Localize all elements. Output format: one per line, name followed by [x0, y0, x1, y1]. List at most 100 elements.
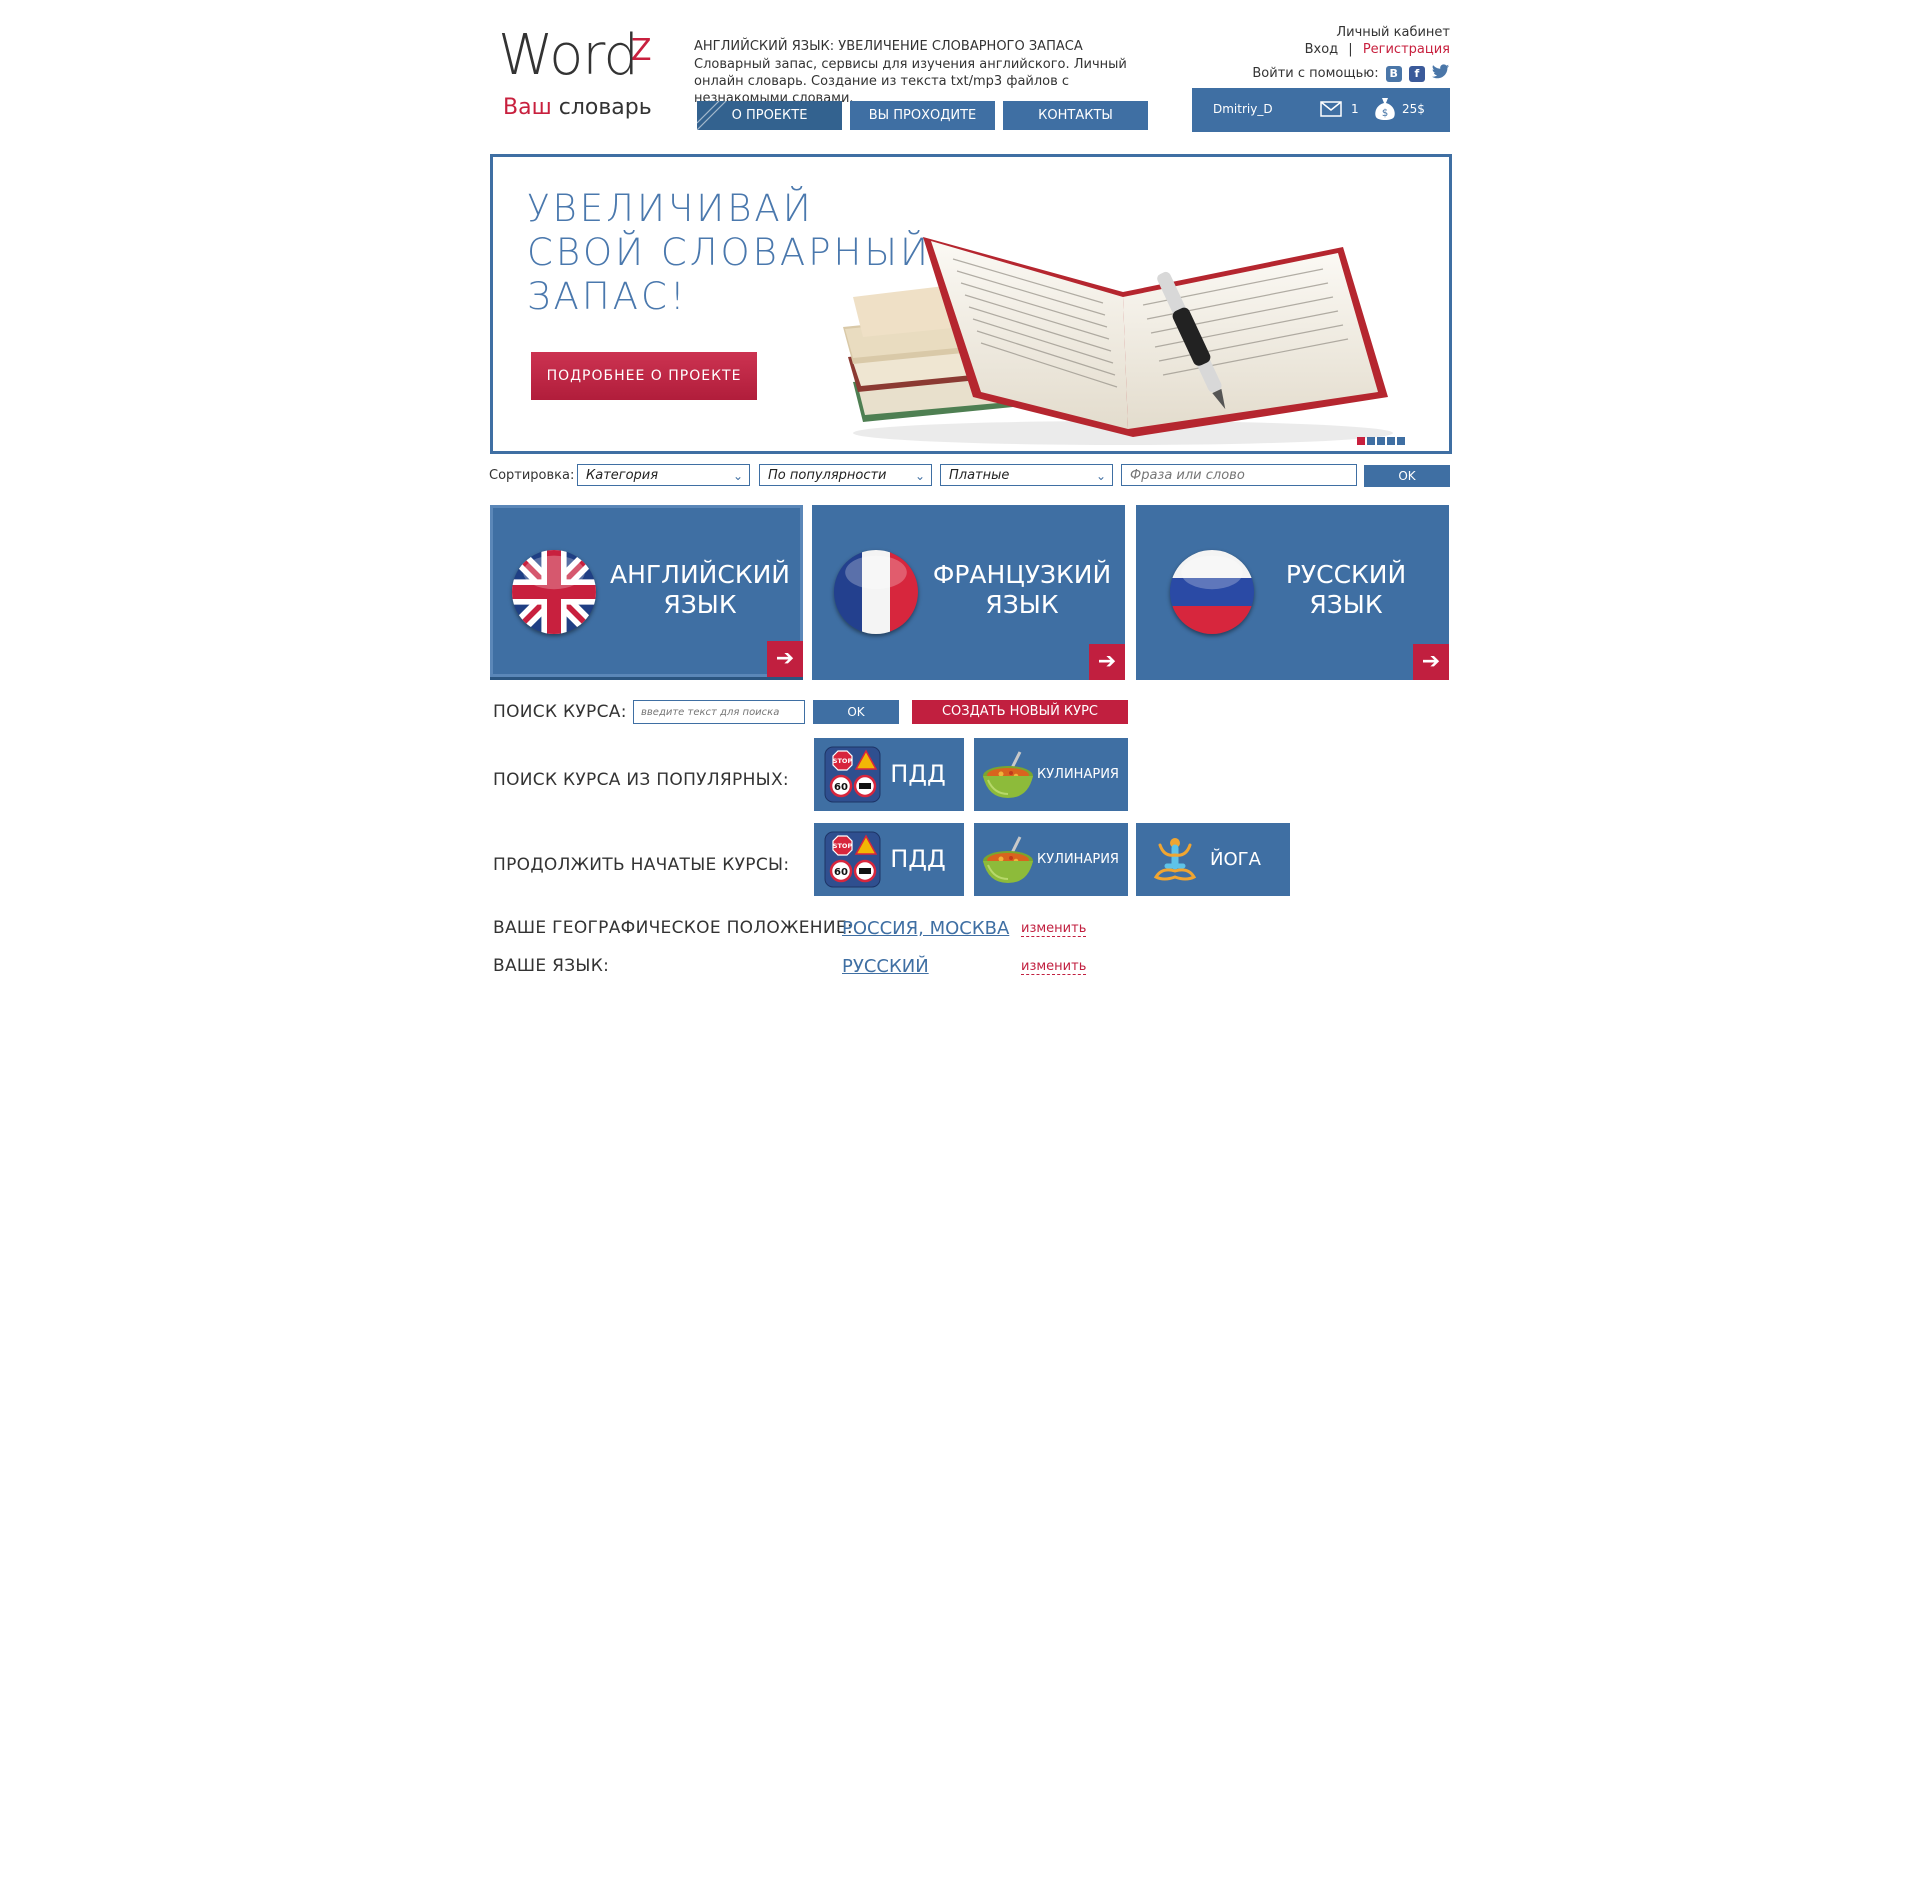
popularity-select-value: По популярности	[768, 468, 887, 483]
filter-ok-button[interactable]: OK	[1364, 465, 1450, 487]
svg-text:$: $	[1382, 108, 1388, 119]
create-course-button[interactable]: СОЗДАТЬ НОВЫЙ КУРС	[912, 700, 1128, 724]
course-tile-label: ПДД	[890, 845, 946, 873]
nav-about[interactable]: О ПРОЕКТЕ	[697, 101, 842, 130]
logo-superscript: Z	[631, 33, 652, 68]
language-tile-line1: АНГЛИЙСКИЙ	[610, 560, 790, 589]
course-tile-traffic-rules[interactable]: STOP 60 ПДД	[814, 738, 964, 811]
paid-select[interactable]: Платные ⌄	[940, 464, 1113, 486]
nav-progress[interactable]: ВЫ ПРОХОДИТЕ	[850, 101, 995, 130]
sort-label: Сортировка:	[489, 468, 575, 483]
course-tile-label: ПДД	[890, 760, 946, 788]
language-tile-label: АНГЛИЙСКИЙ ЯЗЫК	[600, 560, 800, 620]
language-tile-english[interactable]: АНГЛИЙСКИЙ ЯЗЫК ➔	[490, 505, 803, 680]
register-link[interactable]: Регистрация	[1363, 42, 1450, 57]
language-tile-line1: РУССКИЙ	[1285, 560, 1407, 589]
course-search-input[interactable]	[633, 700, 805, 724]
nav-contacts-label: КОНТАКТЫ	[1038, 108, 1113, 123]
course-tile-traffic-rules[interactable]: STOP 60 ПДД	[814, 823, 964, 896]
location-value-link[interactable]: РОССИЯ, МОСКВА	[842, 918, 1009, 939]
chevron-down-icon: ⌄	[1095, 469, 1106, 483]
course-tile-label: КУЛИНАРИЯ	[1037, 767, 1119, 782]
course-tile-yoga[interactable]: ЙОГА	[1136, 823, 1290, 896]
road-signs-icon: STOP 60	[824, 746, 881, 803]
yoga-icon	[1153, 838, 1197, 881]
slider-dot[interactable]	[1367, 437, 1375, 445]
france-flag-icon	[834, 550, 918, 634]
account-title: Личный кабинет	[1336, 25, 1450, 40]
category-select-value: Категория	[586, 468, 659, 483]
hero-banner: УВЕЛИЧИВАЙ СВОЙ СЛОВАРНЫЙ ЗАПАС! ПОДРОБН…	[490, 154, 1452, 454]
twitter-icon[interactable]	[1432, 64, 1450, 83]
vk-icon[interactable]: В	[1385, 65, 1402, 82]
phrase-search-input[interactable]	[1121, 464, 1357, 486]
language-tile-line2: ЯЗЫК	[1309, 590, 1383, 619]
popularity-select[interactable]: По популярности ⌄	[759, 464, 932, 486]
course-search-ok-button[interactable]: OK	[813, 700, 899, 724]
logo-tagline: Ваш словарь	[503, 97, 652, 119]
username[interactable]: Dmitriy_D	[1213, 102, 1273, 116]
nav-contacts[interactable]: КОНТАКТЫ	[1003, 101, 1148, 130]
nav-about-label: О ПРОЕКТЕ	[731, 108, 808, 123]
arrow-right-icon[interactable]: ➔	[767, 641, 803, 677]
slider-dot[interactable]	[1397, 437, 1405, 445]
chevron-down-icon: ⌄	[732, 469, 743, 483]
more-about-project-button[interactable]: ПОДРОБНЕЕ О ПРОЕКТЕ	[531, 352, 757, 400]
language-tile-label: РУССКИЙ ЯЗЫК	[1246, 560, 1446, 620]
course-search-label: ПОИСК КУРСА:	[493, 702, 627, 722]
stripes-decoration	[697, 101, 727, 130]
chevron-down-icon: ⌄	[914, 469, 925, 483]
logo-tagline-rest: словарь	[558, 95, 652, 120]
language-tile-line2: ЯЗЫК	[985, 590, 1059, 619]
uk-flag-icon	[512, 550, 596, 634]
balance: 25$	[1402, 102, 1425, 116]
road-signs-icon: STOP 60	[824, 831, 881, 888]
language-tile-label: ФРАНЦУЗКИЙ ЯЗЫК	[922, 560, 1122, 620]
social-login: Войти с помощью: В f	[1252, 64, 1450, 83]
svg-text:STOP: STOP	[833, 842, 853, 850]
logo-tagline-highlight: Ваш	[503, 95, 552, 120]
auth-links: Вход | Регистрация	[1305, 42, 1450, 57]
language-tile-russian[interactable]: РУССКИЙ ЯЗЫК ➔	[1136, 505, 1449, 680]
logo-word: Word	[498, 23, 639, 88]
login-link[interactable]: Вход	[1305, 42, 1339, 57]
soup-bowl-icon	[983, 751, 1033, 798]
language-tile-french[interactable]: ФРАНЦУЗКИЙ ЯЗЫК ➔	[812, 505, 1125, 680]
course-tile-label: ЙОГА	[1210, 849, 1261, 870]
page: Word Z Ваш словарь АНГЛИЙСКИЙ ЯЗЫК: УВЕЛ…	[0, 0, 1920, 1900]
arrow-right-icon[interactable]: ➔	[1089, 644, 1125, 680]
change-location-link[interactable]: изменить	[1021, 921, 1087, 937]
money-bag-icon: $	[1373, 96, 1397, 125]
language-value-link[interactable]: РУССКИЙ	[842, 956, 929, 977]
social-login-label: Войти с помощью:	[1252, 66, 1379, 81]
facebook-icon[interactable]: f	[1408, 65, 1425, 82]
svg-text:STOP: STOP	[833, 757, 853, 765]
slider-dots	[1357, 430, 1407, 449]
svg-text:60: 60	[834, 782, 848, 793]
continue-courses-label: ПРОДОЛЖИТЬ НАЧАТЫЕ КУРСЫ:	[493, 855, 790, 875]
course-tile-label: КУЛИНАРИЯ	[1037, 852, 1119, 867]
language-tile-line2: ЯЗЫК	[663, 590, 737, 619]
course-tile-cooking[interactable]: КУЛИНАРИЯ	[974, 823, 1128, 896]
site-heading: АНГЛИЙСКИЙ ЯЗЫК: УВЕЛИЧЕНИЕ СЛОВАРНОГО З…	[694, 39, 1083, 54]
language-label: ВАШЕ ЯЗЫК:	[493, 956, 610, 976]
course-tile-cooking[interactable]: КУЛИНАРИЯ	[974, 738, 1128, 811]
user-bar: Dmitriy_D 1 $ 25$	[1192, 88, 1450, 132]
messages-count: 1	[1351, 102, 1359, 116]
paid-select-value: Платные	[949, 468, 1010, 483]
change-language-link[interactable]: изменить	[1021, 959, 1087, 975]
category-select[interactable]: Категория ⌄	[577, 464, 750, 486]
auth-separator: |	[1348, 42, 1353, 57]
russia-flag-icon	[1170, 550, 1254, 634]
slider-dot[interactable]	[1387, 437, 1395, 445]
site-description: Словарный запас, сервисы для изучения ан…	[694, 57, 1127, 106]
arrow-right-icon[interactable]: ➔	[1413, 644, 1449, 680]
soup-bowl-icon	[983, 836, 1033, 883]
slider-dot[interactable]	[1377, 437, 1385, 445]
slider-dot[interactable]	[1357, 437, 1365, 445]
location-label: ВАШЕ ГЕОГРАФИЧЕСКОЕ ПОЛОЖЕНИЕ:	[493, 918, 853, 938]
language-tile-line1: ФРАНЦУЗКИЙ	[932, 560, 1112, 589]
popular-courses-label: ПОИСК КУРСА ИЗ ПОПУЛЯРНЫХ:	[493, 770, 789, 790]
mail-icon[interactable]	[1320, 101, 1342, 120]
books-illustration	[843, 237, 1393, 445]
